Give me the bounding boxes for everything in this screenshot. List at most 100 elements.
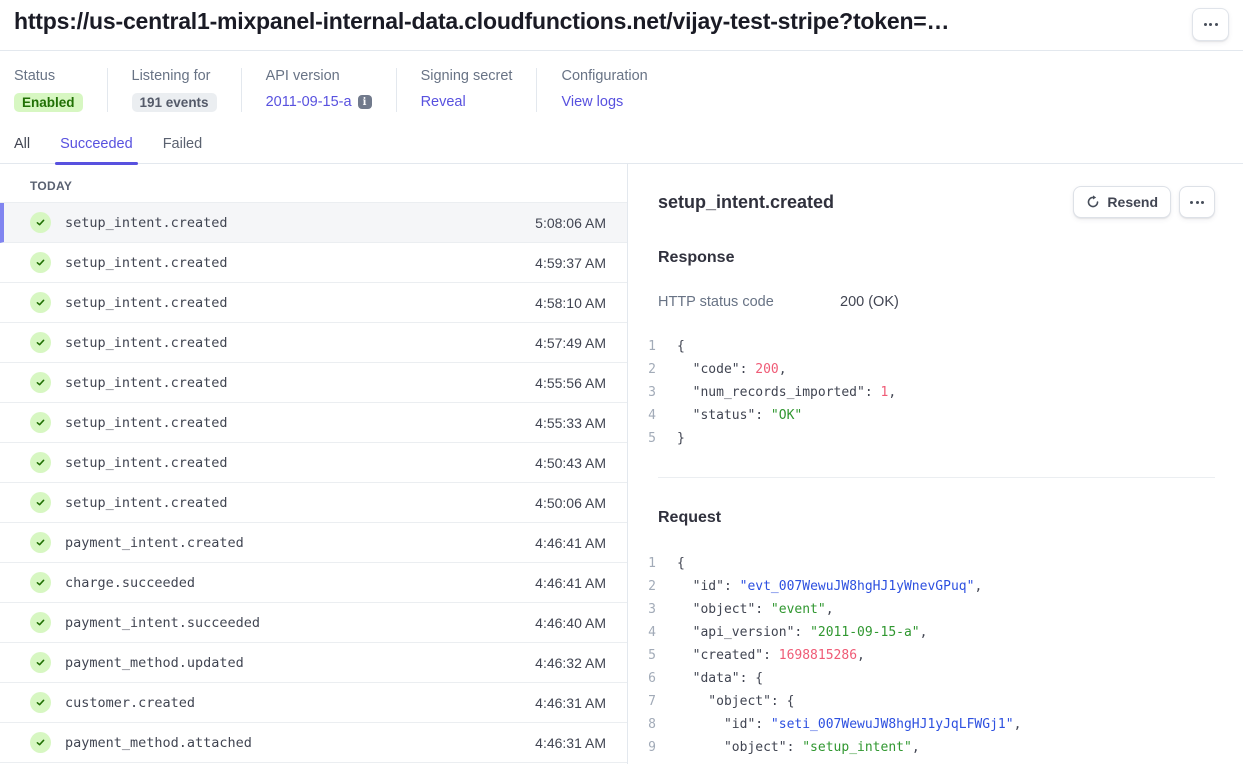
code-token: , (1014, 713, 1022, 736)
status-item-signing-secret: Signing secret Reveal (396, 68, 537, 112)
code-token: , (920, 621, 928, 644)
event-name: customer.created (65, 695, 535, 711)
code-token: "OK" (771, 404, 802, 427)
check-icon (30, 532, 51, 553)
ellipsis-icon (1190, 201, 1204, 204)
code-token: , (974, 575, 982, 598)
code-token: "id": (677, 713, 771, 736)
detail-header: setup_intent.created Resend (658, 186, 1215, 218)
event-time: 4:46:31 AM (535, 735, 606, 751)
check-icon (30, 292, 51, 313)
code-token: , (912, 736, 920, 759)
resend-button[interactable]: Resend (1073, 186, 1171, 218)
api-version-link[interactable]: 2011-09-15-ai (266, 94, 372, 110)
event-list-item[interactable]: setup_intent.created 4:58:10 AM (0, 283, 627, 323)
page-header: https://us-central1-mixpanel-internal-da… (0, 0, 1243, 51)
code-token: , (857, 644, 865, 667)
info-icon: i (358, 95, 372, 109)
event-time: 4:46:41 AM (535, 535, 606, 551)
event-time: 4:55:33 AM (535, 415, 606, 431)
response-code-block: 1{2 "code": 200,3 "num_records_imported"… (644, 335, 1215, 450)
code-line: 8 "id": "seti_007WewuJW8hgHJ1yJqLFWGj1", (644, 713, 1215, 736)
line-number: 9 (644, 736, 656, 759)
tab-failed[interactable]: Failed (163, 136, 203, 164)
listening-for-label: Listening for (132, 68, 217, 84)
line-number: 3 (644, 381, 656, 404)
event-name: setup_intent.created (65, 335, 535, 351)
check-icon (30, 212, 51, 233)
event-list-item[interactable]: customer.created 4:46:31 AM (0, 683, 627, 723)
http-status-label: HTTP status code (658, 294, 840, 310)
line-number: 5 (644, 644, 656, 667)
status-item-configuration: Configuration View logs (536, 68, 671, 112)
code-line: 7 "object": { (644, 690, 1215, 713)
event-name: payment_intent.succeeded (65, 615, 535, 631)
event-list-item[interactable]: charge.succeeded 4:46:41 AM (0, 563, 627, 603)
status-item-listening-for: Listening for 191 events (107, 68, 241, 112)
event-list-item[interactable]: setup_intent.created 4:55:33 AM (0, 403, 627, 443)
code-line: 4 "api_version": "2011-09-15-a", (644, 621, 1215, 644)
code-line: 3 "num_records_imported": 1, (644, 381, 1215, 404)
event-list-panel: TODAY setup_intent.created 5:08:06 AM se… (0, 164, 628, 764)
http-status-value: 200 (OK) (840, 294, 899, 310)
header-overflow-menu-button[interactable] (1192, 8, 1229, 41)
code-token: "object": (677, 598, 771, 621)
tab-succeeded[interactable]: Succeeded (60, 136, 133, 164)
event-name: payment_method.attached (65, 735, 535, 751)
line-number: 6 (644, 667, 656, 690)
code-line: 4 "status": "OK" (644, 404, 1215, 427)
event-list-item[interactable]: setup_intent.created 4:59:37 AM (0, 243, 627, 283)
code-token: 200 (755, 358, 778, 381)
status-bar: Status Enabled Listening for 191 events … (0, 51, 1243, 136)
event-time: 4:50:06 AM (535, 495, 606, 511)
line-number: 2 (644, 575, 656, 598)
code-token: 1 (881, 381, 889, 404)
event-list-item[interactable]: payment_intent.succeeded 4:46:40 AM (0, 603, 627, 643)
request-code-block: 1{2 "id": "evt_007WewuJW8hgHJ1yWnevGPuq"… (644, 552, 1215, 759)
signing-secret-label: Signing secret (421, 68, 513, 84)
event-list-item[interactable]: setup_intent.created 4:50:06 AM (0, 483, 627, 523)
event-name: setup_intent.created (65, 415, 535, 431)
event-rows: setup_intent.created 5:08:06 AM setup_in… (0, 203, 627, 763)
check-icon (30, 452, 51, 473)
event-name: setup_intent.created (65, 255, 535, 271)
code-line: 1{ (644, 335, 1215, 358)
code-token: , (826, 598, 834, 621)
status-badge: Enabled (14, 93, 83, 112)
line-number: 5 (644, 427, 656, 450)
detail-overflow-menu-button[interactable] (1179, 186, 1215, 218)
event-time: 4:46:41 AM (535, 575, 606, 591)
code-line: 3 "object": "event", (644, 598, 1215, 621)
view-logs-link[interactable]: View logs (561, 94, 623, 110)
event-list-item[interactable]: setup_intent.created 5:08:06 AM (0, 203, 627, 243)
event-list-item[interactable]: payment_method.attached 4:46:31 AM (0, 723, 627, 763)
code-token: "2011-09-15-a" (810, 621, 920, 644)
event-list-item[interactable]: payment_method.updated 4:46:32 AM (0, 643, 627, 683)
code-line: 9 "object": "setup_intent", (644, 736, 1215, 759)
code-token: } (677, 427, 685, 450)
check-icon (30, 732, 51, 753)
event-list-item[interactable]: setup_intent.created 4:50:43 AM (0, 443, 627, 483)
code-token: "event" (771, 598, 826, 621)
status-item-api-version: API version 2011-09-15-ai (241, 68, 396, 112)
code-token: "evt_007WewuJW8hgHJ1yWnevGPuq" (740, 575, 975, 598)
configuration-label: Configuration (561, 68, 647, 84)
resend-icon (1086, 195, 1100, 209)
line-number: 2 (644, 358, 656, 381)
code-line: 1{ (644, 552, 1215, 575)
event-list-item[interactable]: setup_intent.created 4:57:49 AM (0, 323, 627, 363)
event-time: 4:57:49 AM (535, 335, 606, 351)
ellipsis-icon (1204, 23, 1218, 26)
event-time: 4:58:10 AM (535, 295, 606, 311)
event-time: 4:59:37 AM (535, 255, 606, 271)
check-icon (30, 652, 51, 673)
api-version-label: API version (266, 68, 372, 84)
event-list-item[interactable]: setup_intent.created 4:55:56 AM (0, 363, 627, 403)
event-list-item[interactable]: payment_intent.created 4:46:41 AM (0, 523, 627, 563)
tab-all[interactable]: All (14, 136, 30, 164)
event-time: 4:50:43 AM (535, 455, 606, 471)
code-token: "data": { (677, 667, 763, 690)
detail-actions: Resend (1073, 186, 1215, 218)
check-icon (30, 252, 51, 273)
reveal-secret-link[interactable]: Reveal (421, 94, 466, 110)
